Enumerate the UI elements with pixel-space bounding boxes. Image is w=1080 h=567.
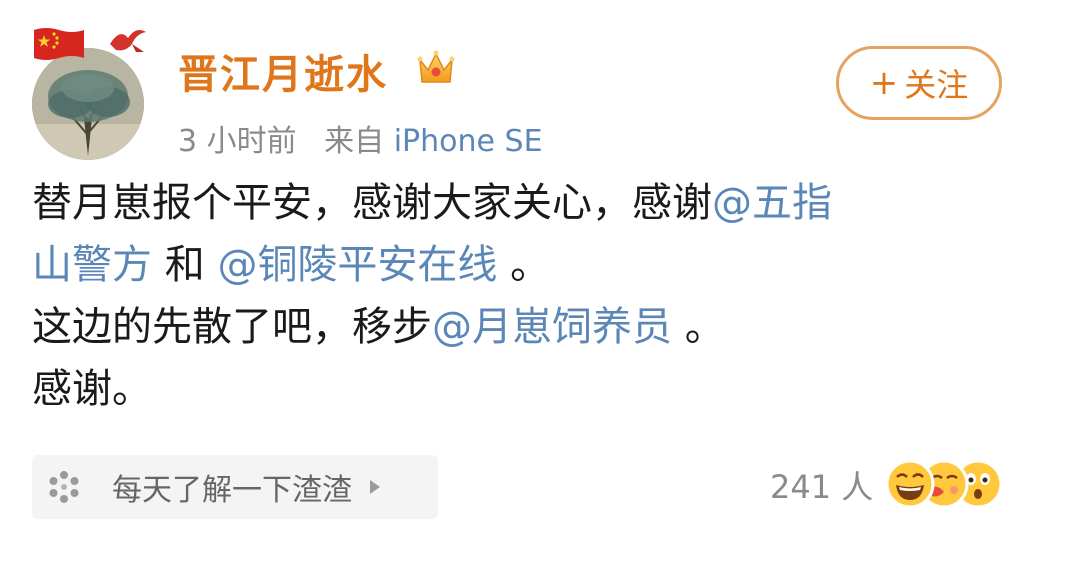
username[interactable]: 晋江月逝水 [178,42,388,100]
post-line: 感谢。 [32,358,1032,420]
device-name: iPhone SE [393,124,543,159]
reaction-emojis[interactable] [884,458,1004,510]
laugh-emoji-icon [885,459,935,509]
post-text: 。 [497,242,551,288]
avatar-group[interactable] [28,22,150,160]
topic-chip[interactable]: 每天了解一下渣渣 [32,455,438,519]
post-text: 。 [672,304,725,350]
topic-label: 每天了解一下渣渣 [112,473,352,508]
post-meta: 3 小时前 来自 iPhone SE [178,116,543,160]
mention-link[interactable]: 山警方 [32,242,152,288]
arrow-right-icon [370,480,380,494]
avatar[interactable] [32,48,144,160]
crown-icon [417,50,455,83]
plus-icon: + [869,63,899,103]
weibo-post: 晋江月逝水 3 小时前 来自 iPhone SE + 关注 替月崽报个平安，感谢… [0,0,1080,567]
mention-link[interactable]: @铜陵平安在线 [217,242,497,288]
post-line: 替月崽报个平安，感谢大家关心，感谢@五指 [32,172,1032,234]
post-text: 这边的先散了吧，移步 [32,304,432,350]
post-text: 和 [152,242,218,288]
sparkle-icon [49,471,79,503]
post-content: 替月崽报个平安，感谢大家关心，感谢@五指 山警方 和 @铜陵平安在线 。 这边的… [32,172,1032,420]
post-text: 替月崽报个平安，感谢大家关心，感谢 [32,180,712,226]
mention-link[interactable]: @五指 [712,180,832,226]
mention-link[interactable]: @月崽饲养员 [432,304,672,350]
bird-icon [110,30,146,52]
china-flag-icon [34,28,84,60]
source-prefix: 来自 [324,124,385,159]
follow-label: 关注 [904,66,969,104]
follow-button[interactable]: + 关注 [836,46,1002,120]
tree-image [32,48,144,160]
post-line: 这边的先散了吧，移步@月崽饲养员 。 [32,296,1032,358]
reaction-count[interactable]: 241 人 [770,462,873,508]
post-time: 3 小时前 [178,124,297,159]
post-line: 山警方 和 @铜陵平安在线 。 [32,234,1032,296]
post-text: 感谢。 [32,366,152,412]
